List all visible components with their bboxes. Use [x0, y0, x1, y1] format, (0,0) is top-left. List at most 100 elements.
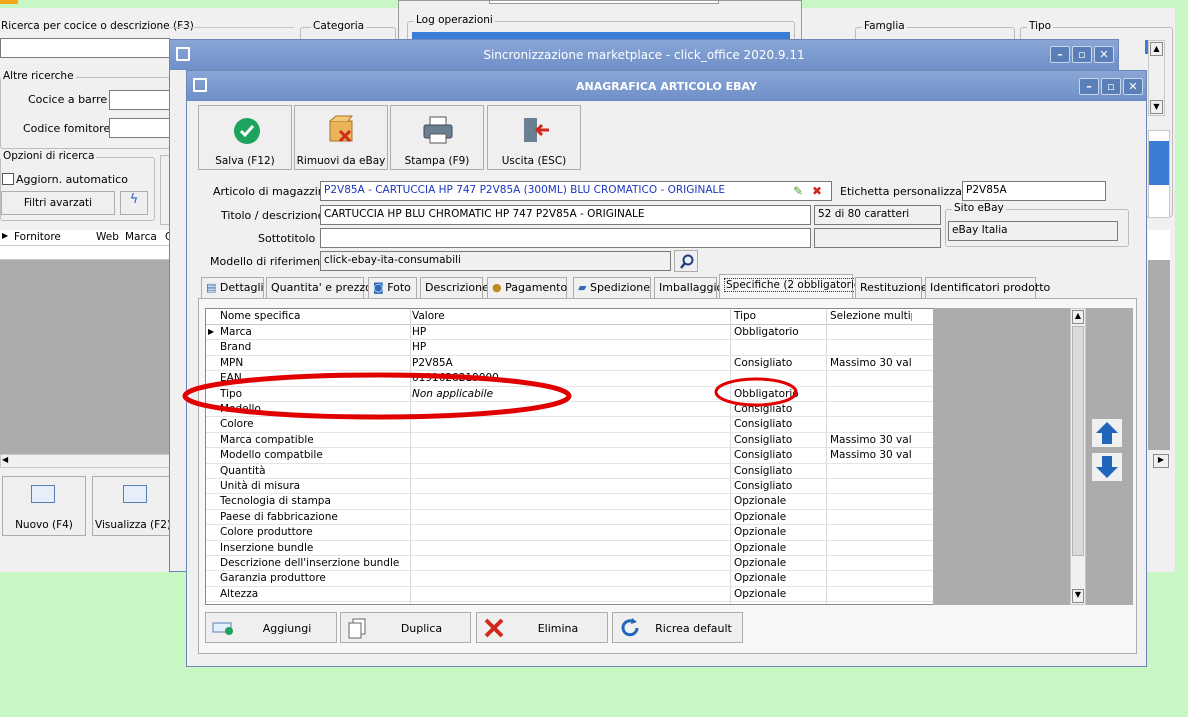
product-grid-row[interactable]	[0, 246, 172, 260]
cell-nome[interactable]: Colore	[220, 418, 410, 430]
col-marca[interactable]: Marca	[125, 231, 157, 243]
table-row[interactable]: Modello Consigliato	[206, 402, 934, 418]
cell-tipo[interactable]: Consigliato	[734, 449, 828, 461]
cell-nome[interactable]: Inserzione bundle	[220, 542, 410, 554]
cell-tipo[interactable]: Consigliato	[734, 434, 828, 446]
table-row[interactable]: Garanzia produttore Opzionale	[206, 571, 934, 587]
scroll-up-icon[interactable]: ▲	[1072, 310, 1084, 324]
cell-tipo[interactable]: Obbligatorio	[734, 326, 828, 338]
cell-valore[interactable]: HP	[412, 326, 728, 338]
search-input[interactable]	[0, 38, 170, 58]
cell-tipo[interactable]: Opzionale	[734, 572, 828, 584]
salva-button[interactable]: Salva (F12)	[198, 105, 292, 170]
cell-tipo[interactable]: Consigliato	[734, 403, 828, 415]
uscita-button[interactable]: Uscita (ESC)	[487, 105, 581, 170]
edit-pencil-icon[interactable]: ✎	[793, 184, 803, 198]
stampa-button[interactable]: Stampa (F9)	[390, 105, 484, 170]
search-modello-button[interactable]	[674, 250, 698, 272]
col-fornitore[interactable]: Fornitore	[14, 231, 61, 243]
etichetta-field[interactable]: P2V85A	[962, 181, 1106, 201]
tab-dettagli[interactable]: ▤ Dettagli	[201, 277, 264, 299]
cell-nome[interactable]: Tecnologia di stampa	[220, 495, 410, 507]
tab-spedizione[interactable]: ▰ Spedizione	[573, 277, 651, 299]
clear-x-icon[interactable]: ✖	[812, 184, 822, 198]
table-row[interactable]: Larghezza Opzionale	[206, 602, 934, 604]
cell-valore[interactable]: Non applicabile	[412, 388, 728, 400]
titolo-field[interactable]: CARTUCCIA HP BLU CHROMATIC HP 747 P2V85A…	[320, 205, 811, 225]
cell-valore[interactable]: P2V85A	[412, 357, 728, 369]
cell-nome[interactable]: Modello compatbile	[220, 449, 410, 461]
cell-tipo[interactable]: Opzionale	[734, 603, 828, 604]
scroll-down-icon[interactable]: ▼	[1072, 589, 1084, 603]
sync-titlebar[interactable]: Sincronizzazione marketplace - click_off…	[170, 40, 1118, 70]
table-row[interactable]: Tecnologia di stampa Opzionale	[206, 494, 934, 510]
cell-valore[interactable]: HP	[412, 341, 728, 353]
tab-identificatori[interactable]: Identificatori prodotto	[925, 277, 1050, 299]
table-row[interactable]: Paese di fabbricazione Opzionale	[206, 510, 934, 526]
table-row[interactable]: Colore Consigliato	[206, 417, 934, 433]
table-row[interactable]: Tipo Non applicabile Obbligatorio	[206, 387, 934, 402]
articolo-field[interactable]: P2V85A - CARTUCCIA HP 747 P2V85A (300ML)…	[320, 181, 832, 201]
visualizza-button[interactable]: Visualizza (F2)	[92, 476, 172, 536]
cell-tipo[interactable]: Consigliato	[734, 418, 828, 430]
cell-tipo[interactable]: Consigliato	[734, 480, 828, 492]
table-row[interactable]: Altezza Opzionale	[206, 587, 934, 603]
h-scrollbar[interactable]: ◀	[0, 454, 172, 468]
minimize-icon[interactable]: –	[1050, 46, 1070, 63]
scroll-left-icon[interactable]: ◀	[2, 455, 8, 464]
cell-valore[interactable]: 0191628219000	[412, 372, 728, 384]
cell-multi[interactable]: Massimo 30 valori	[830, 357, 912, 369]
cell-nome[interactable]: Colore produttore	[220, 526, 410, 538]
minimize-icon[interactable]: –	[1079, 78, 1099, 95]
duplica-button[interactable]: Duplica	[340, 612, 471, 643]
cell-nome[interactable]: Unità di misura	[220, 480, 410, 492]
close-icon[interactable]: ✕	[1094, 46, 1114, 63]
header-valore[interactable]: Valore	[412, 310, 445, 322]
cell-tipo[interactable]: Consigliato	[734, 357, 828, 369]
scroll-down-icon[interactable]: ▼	[1150, 100, 1163, 114]
cell-nome[interactable]: EAN	[220, 372, 410, 384]
codice-barre-input[interactable]	[109, 90, 171, 110]
cell-tipo[interactable]: Obbligatorio	[734, 388, 828, 400]
header-nome[interactable]: Nome specifica	[220, 310, 300, 322]
filtri-button[interactable]: Filtri avarzati	[1, 191, 115, 215]
cell-nome[interactable]: Marca compatible	[220, 434, 410, 446]
ebay-titlebar[interactable]: ANAGRAFICA ARTICOLO EBAY – ▫ ✕	[187, 71, 1146, 101]
cell-tipo[interactable]: Opzionale	[734, 495, 828, 507]
tab-restituzione[interactable]: Restituzione	[855, 277, 928, 299]
maximize-icon[interactable]: ▫	[1072, 46, 1092, 63]
elimina-button[interactable]: Elimina	[476, 612, 608, 643]
tab-imballaggio[interactable]: Imballaggio	[654, 277, 723, 299]
move-down-button[interactable]	[1092, 453, 1122, 481]
tab-descrizione[interactable]: Descrizione	[420, 277, 489, 299]
table-row[interactable]: Brand HP	[206, 340, 934, 356]
table-row[interactable]: Descrizione dell'inserzione bundle Opzion…	[206, 556, 934, 572]
table-row[interactable]: EAN 0191628219000	[206, 371, 934, 387]
codice-fornitore-input[interactable]	[109, 118, 171, 138]
col-web[interactable]: Web	[96, 231, 119, 243]
table-row[interactable]: Unità di misura Consigliato	[206, 479, 934, 495]
cell-tipo[interactable]: Consigliato	[734, 465, 828, 477]
scroll-up-icon[interactable]: ▲	[1150, 42, 1163, 56]
header-multi[interactable]: Selezione multipla	[830, 310, 912, 322]
close-icon[interactable]: ✕	[1123, 78, 1143, 95]
cell-nome[interactable]: Altezza	[220, 588, 410, 600]
scroll-right-icon[interactable]: ▶	[1153, 454, 1169, 468]
tab-pagamento[interactable]: ● Pagamento	[487, 277, 567, 299]
grid-scrollbar[interactable]: ▲ ▼	[1070, 308, 1086, 605]
cell-nome[interactable]: Garanzia produttore	[220, 572, 410, 584]
sottotitolo-field[interactable]	[320, 228, 811, 248]
cell-multi[interactable]: Massimo 30 valori	[830, 449, 912, 461]
table-row[interactable]: MPNP2V85A ConsigliatoMassimo 30 valori	[206, 356, 934, 372]
cell-nome[interactable]: Marca	[220, 326, 410, 338]
cell-nome[interactable]: MPN	[220, 357, 410, 369]
aggiorna-checkbox[interactable]	[2, 173, 14, 185]
table-row[interactable]: Modello compatbile Consigliato Massimo 30 …	[206, 448, 934, 464]
aggiungi-button[interactable]: Aggiungi	[205, 612, 337, 643]
cell-tipo[interactable]: Opzionale	[734, 542, 828, 554]
move-up-button[interactable]	[1092, 419, 1122, 447]
ricrea-button[interactable]: Ricrea default	[612, 612, 743, 643]
cell-nome[interactable]: Descrizione dell'inserzione bundle	[220, 557, 410, 569]
tipo-scrollbar[interactable]: ▲ ▼	[1148, 40, 1165, 116]
cell-nome[interactable]: Paese di fabbricazione	[220, 511, 410, 523]
